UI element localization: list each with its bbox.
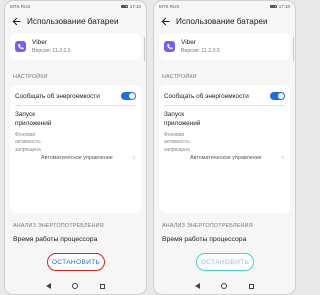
toggle-knob [129, 93, 135, 99]
app-name: Viber [181, 39, 197, 46]
chevron-right-icon: › [282, 155, 284, 161]
app-info-card: Viber Версия: 11.2.0.5 [159, 33, 290, 60]
notify-label: Сообщать об энергоемкости [164, 92, 249, 100]
cpu-time-label: Время работы процессора [162, 236, 247, 243]
app-version: Версия: 11.2.0.5 [181, 48, 220, 54]
launch-setting-value[interactable]: Автоматическое управление › [190, 155, 284, 161]
nav-bar [5, 280, 146, 292]
app-name: Viber [32, 39, 48, 46]
divider [15, 105, 136, 106]
analysis-section-label: АНАЛИЗ ЭНЕРГОПОТРЕБЛЕНИЯ [162, 223, 253, 229]
clock: 17:10 [278, 4, 290, 9]
settings-card: Сообщать об энергоемкости Запуск приложе… [10, 85, 141, 213]
chevron-right-icon: › [133, 155, 135, 161]
notify-label: Сообщать об энергоемкости [15, 92, 100, 100]
carrier-label: MTS RUS [159, 4, 180, 9]
notify-row[interactable]: Сообщать об энергоемкости [15, 89, 136, 103]
launch-title[interactable]: Запуск приложений [164, 110, 204, 128]
status-bar: MTS RUS 17:10 [154, 1, 295, 12]
back-arrow-icon[interactable] [11, 16, 21, 26]
nav-recents-icon[interactable] [100, 283, 106, 289]
phone-screen-left: MTS RUS 17:10 Использование батареи Vibe… [4, 0, 147, 295]
page-title: Использование батареи [176, 16, 268, 26]
settings-section-label: НАСТРОЙКИ [162, 74, 197, 80]
stop-button-disabled[interactable]: ОСТАНОВИТЬ [196, 253, 254, 271]
launch-subtitle: Фоновая активность запрещена [15, 132, 41, 153]
launch-value-text: Автоматическое управление [190, 155, 262, 161]
settings-section-label: НАСТРОЙКИ [13, 74, 48, 80]
launch-setting-value[interactable]: Автоматическое управление › [41, 155, 135, 161]
launch-subtitle: Фоновая активность запрещена [164, 132, 190, 153]
nav-recents-icon[interactable] [249, 283, 255, 289]
scrollbar[interactable] [143, 37, 145, 61]
viber-icon [164, 41, 175, 52]
toggle-knob [278, 93, 284, 99]
viber-icon [15, 41, 26, 52]
settings-card: Сообщать об энергоемкости Запуск приложе… [159, 85, 290, 213]
stop-button[interactable]: ОСТАНОВИТЬ [47, 253, 105, 271]
cpu-time-label: Время работы процессора [13, 236, 98, 243]
nav-bar [154, 280, 295, 292]
nav-back-icon[interactable] [45, 283, 51, 289]
divider [164, 105, 285, 106]
scrollbar[interactable] [292, 37, 294, 61]
clock: 17:10 [129, 4, 141, 9]
status-bar: MTS RUS 17:10 [5, 1, 146, 12]
nav-home-icon[interactable] [221, 283, 228, 289]
title-bar: Использование батареи [5, 12, 146, 30]
title-bar: Использование батареи [154, 12, 295, 30]
back-arrow-icon[interactable] [160, 16, 170, 26]
battery-icon [269, 4, 277, 9]
analysis-section-label: АНАЛИЗ ЭНЕРГОПОТРЕБЛЕНИЯ [13, 223, 104, 229]
notify-row[interactable]: Сообщать об энергоемкости [164, 89, 285, 103]
phone-screen-right: MTS RUS 17:10 Использование батареи Vibe… [153, 0, 296, 295]
nav-home-icon[interactable] [72, 283, 79, 289]
carrier-label: MTS RUS [10, 4, 31, 9]
launch-value-text: Автоматическое управление [41, 155, 113, 161]
app-version: Версия: 11.2.0.5 [32, 48, 71, 54]
page-title: Использование батареи [27, 16, 119, 26]
launch-title[interactable]: Запуск приложений [15, 110, 55, 128]
notify-toggle[interactable] [121, 92, 136, 100]
battery-icon [120, 4, 128, 9]
notify-toggle[interactable] [270, 92, 285, 100]
app-info-card: Viber Версия: 11.2.0.5 [10, 33, 141, 60]
nav-back-icon[interactable] [194, 283, 200, 289]
